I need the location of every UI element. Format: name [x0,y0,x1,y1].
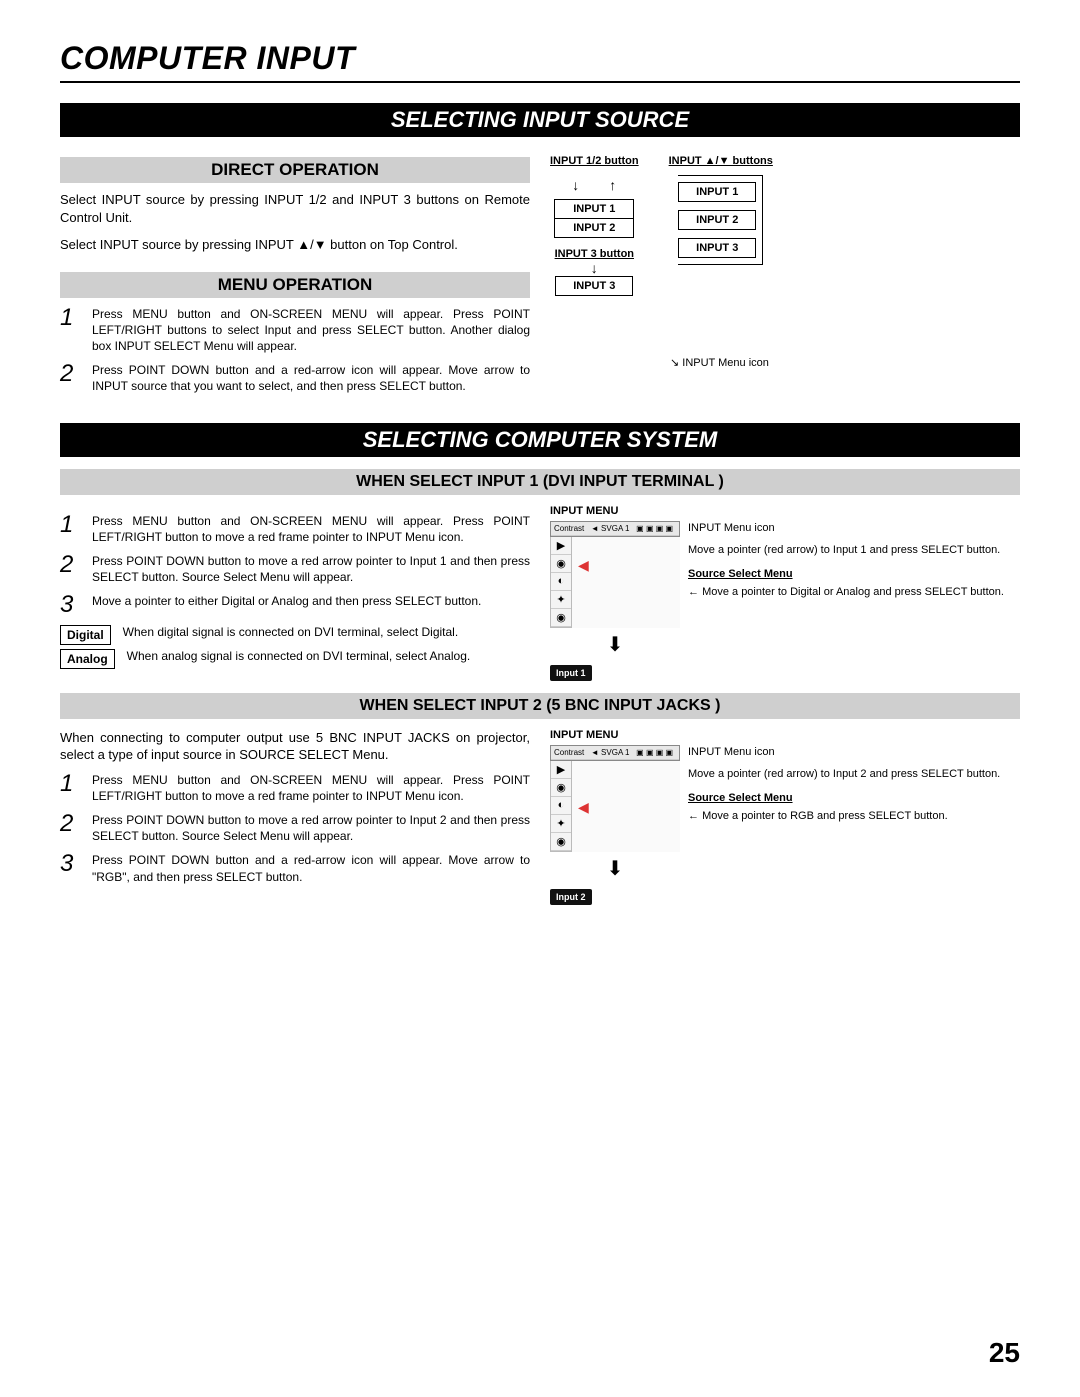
callout-text: INPUT Menu icon [688,521,1020,535]
input-1-pointer: Input 1 [550,665,592,681]
menu-icon: ✦ [551,591,571,609]
step-text: Press MENU button and ON-SCREEN MENU wil… [92,513,530,545]
button-diagram: INPUT 1/2 button ↓↑ INPUT 1 INPUT 2 INPU… [550,155,1020,296]
input-menu-mock-2: Contrast ◄ SVGA 1 ▣ ▣ ▣ ▣ ▶ ◉ ◐ ✦ ◉ ◀ [550,745,1020,905]
input-1-button: INPUT 1 [555,200,633,219]
callout-text: Move a pointer to Digital or Analog and … [688,585,1020,599]
step-text: Press POINT DOWN button and a red-arrow … [92,852,530,884]
input-2-pointer: Input 2 [550,889,592,905]
menu-icon: ◉ [551,555,571,573]
diagram-heading: INPUT ▲/▼ buttons [669,155,773,167]
arrow-down-icon: ⬇ [550,856,680,881]
red-arrow-icon: ◀ [578,799,589,816]
step-number: 1 [60,306,82,330]
menu-icon: ▶ [551,761,571,779]
analog-desc: When analog signal is connected on DVI t… [127,649,530,665]
diagram-heading: INPUT 3 button [555,248,634,260]
sub-heading-dvi: WHEN SELECT INPUT 1 (DVI INPUT TERMINAL … [60,469,1020,495]
analog-tag: Analog [60,649,115,669]
step-text: Press POINT DOWN button to move a red ar… [92,812,530,844]
input-1-button: INPUT 1 [678,182,756,202]
input-menu-mock: Contrast ◄ SVGA 1 ▣ ▣ ▣ ▣ ▶ ◉ ◐ ✦ ◉ ◀ [550,521,1020,681]
digital-tag: Digital [60,625,111,645]
menu-icon: ◉ [551,779,571,797]
menu-icon: ◐ [551,797,571,815]
section-heading-computer-system: SELECTING COMPUTER SYSTEM [60,423,1020,457]
callout-text: INPUT Menu icon [688,745,1020,759]
diagram-heading: INPUT 1/2 button [550,155,639,167]
input-3-button: INPUT 3 [555,276,633,296]
step-text: Move a pointer to either Digital or Anal… [92,593,530,609]
step-text: Press MENU button and ON-SCREEN MENU wil… [92,306,530,355]
input-2-button: INPUT 2 [678,210,756,230]
input-menu-label: INPUT MENU [550,729,1020,741]
step-number: 2 [60,362,82,386]
menu-icon: ✦ [551,815,571,833]
step-text: Press MENU button and ON-SCREEN MENU wil… [92,772,530,804]
sub-heading-menu-operation: MENU OPERATION [60,272,530,298]
digital-desc: When digital signal is connected on DVI … [123,625,530,641]
step-number: 2 [60,812,82,836]
input-menu-label: INPUT MENU [550,505,1020,517]
menu-header-text: Contrast [554,524,584,533]
input-3-button: INPUT 3 [678,238,756,258]
callout-text: Move a pointer (red arrow) to Input 1 an… [688,543,1020,557]
sub-heading-direct-operation: DIRECT OPERATION [60,157,530,183]
source-select-heading: Source Select Menu [688,567,1020,581]
page-title: COMPUTER INPUT [60,40,1020,77]
arrow-down-icon: ⬇ [550,632,680,657]
callout-text: Move a pointer to RGB and press SELECT b… [688,809,1020,823]
menu-svga-text: SVGA 1 [601,524,629,533]
step-number: 3 [60,593,82,617]
step-number: 3 [60,852,82,876]
step-text: Press POINT DOWN button and a red-arrow … [92,362,530,394]
intro-paragraph: When connecting to computer output use 5… [60,729,530,764]
input-2-button: INPUT 2 [555,219,633,237]
step-number: 1 [60,772,82,796]
menu-icon: ▶ [551,537,571,555]
red-arrow-icon: ◀ [578,557,589,574]
paragraph: Select INPUT source by pressing INPUT 1/… [60,191,530,226]
menu-header-text: Contrast [554,748,584,757]
menu-icon: ◉ [551,609,571,627]
callout-text: Move a pointer (red arrow) to Input 2 an… [688,767,1020,781]
page-number: 25 [989,1337,1020,1369]
section-heading-input-source: SELECTING INPUT SOURCE [60,103,1020,137]
divider [60,81,1020,83]
menu-svga-text: SVGA 1 [601,748,629,757]
menu-icon: ◐ [551,573,571,591]
sub-heading-bnc: WHEN SELECT INPUT 2 (5 BNC INPUT JACKS ) [60,693,1020,719]
step-text: Press POINT DOWN button to move a red ar… [92,553,530,585]
paragraph: Select INPUT source by pressing INPUT ▲/… [60,236,530,254]
source-select-heading: Source Select Menu [688,791,1020,805]
diagram-note: INPUT Menu icon [670,356,1020,369]
menu-icon: ◉ [551,833,571,851]
step-number: 1 [60,513,82,537]
step-number: 2 [60,553,82,577]
